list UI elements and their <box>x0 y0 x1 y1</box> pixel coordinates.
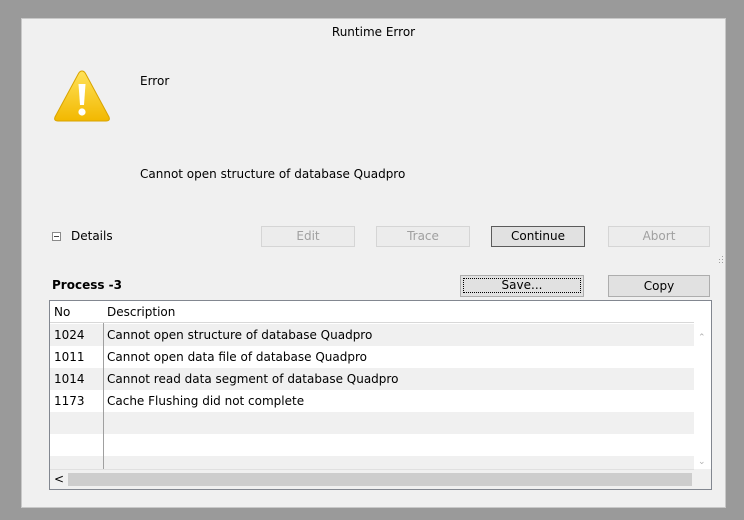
column-header-description[interactable]: Description <box>107 301 175 323</box>
table-row-empty <box>50 412 694 434</box>
table-row[interactable]: 1024 Cannot open structure of database Q… <box>50 324 694 346</box>
horizontal-scroll-thumb[interactable] <box>68 473 692 486</box>
horizontal-scrollbar[interactable]: < > <box>50 469 711 489</box>
row-no: 1014 <box>54 372 85 386</box>
row-no: 1024 <box>54 328 85 342</box>
scroll-up-icon[interactable]: ⌃ <box>698 333 706 343</box>
table-row[interactable]: 1011 Cannot open data file of database Q… <box>50 346 694 368</box>
trace-button[interactable]: Trace <box>376 226 470 247</box>
scroll-down-icon[interactable]: ⌄ <box>698 457 706 467</box>
resize-grip[interactable] <box>718 256 724 264</box>
process-label: Process -3 <box>52 278 123 292</box>
table-row[interactable]: 1014 Cannot read data segment of databas… <box>50 368 694 390</box>
copy-button[interactable]: Copy <box>608 275 710 297</box>
column-separator[interactable] <box>103 323 104 469</box>
vertical-scrollbar[interactable]: ⌃ ⌄ <box>694 301 711 469</box>
error-message: Cannot open structure of database Quadpr… <box>140 167 406 181</box>
details-toggle[interactable]: Details <box>52 229 113 243</box>
save-button[interactable]: Save... <box>460 275 584 297</box>
edit-button[interactable]: Edit <box>261 226 355 247</box>
abort-button[interactable]: Abort <box>608 226 710 247</box>
continue-button[interactable]: Continue <box>491 226 585 247</box>
row-no: 1173 <box>54 394 85 408</box>
error-table[interactable]: No Description 1024 Cannot open structur… <box>49 300 712 490</box>
save-button-label: Save... <box>463 278 581 293</box>
runtime-error-dialog: Runtime Error Error Cannot open structur… <box>21 18 726 508</box>
row-description: Cannot read data segment of database Qua… <box>107 372 399 386</box>
row-description: Cannot open structure of database Quadpr… <box>107 328 373 342</box>
details-label: Details <box>71 229 113 243</box>
scroll-left-icon[interactable]: < <box>54 472 64 486</box>
window-title: Runtime Error <box>331 25 416 39</box>
scrollbar-corner <box>694 469 711 489</box>
table-row[interactable]: 1173 Cache Flushing did not complete <box>50 390 694 412</box>
row-no: 1011 <box>54 350 85 364</box>
column-header-no[interactable]: No <box>54 301 70 323</box>
warning-icon <box>54 70 110 122</box>
collapse-icon[interactable] <box>52 231 61 241</box>
row-description: Cannot open data file of database Quadpr… <box>107 350 367 364</box>
error-heading: Error <box>140 74 170 88</box>
table-row-empty <box>50 456 694 469</box>
row-description: Cache Flushing did not complete <box>107 394 305 408</box>
table-header: No Description <box>50 301 694 323</box>
